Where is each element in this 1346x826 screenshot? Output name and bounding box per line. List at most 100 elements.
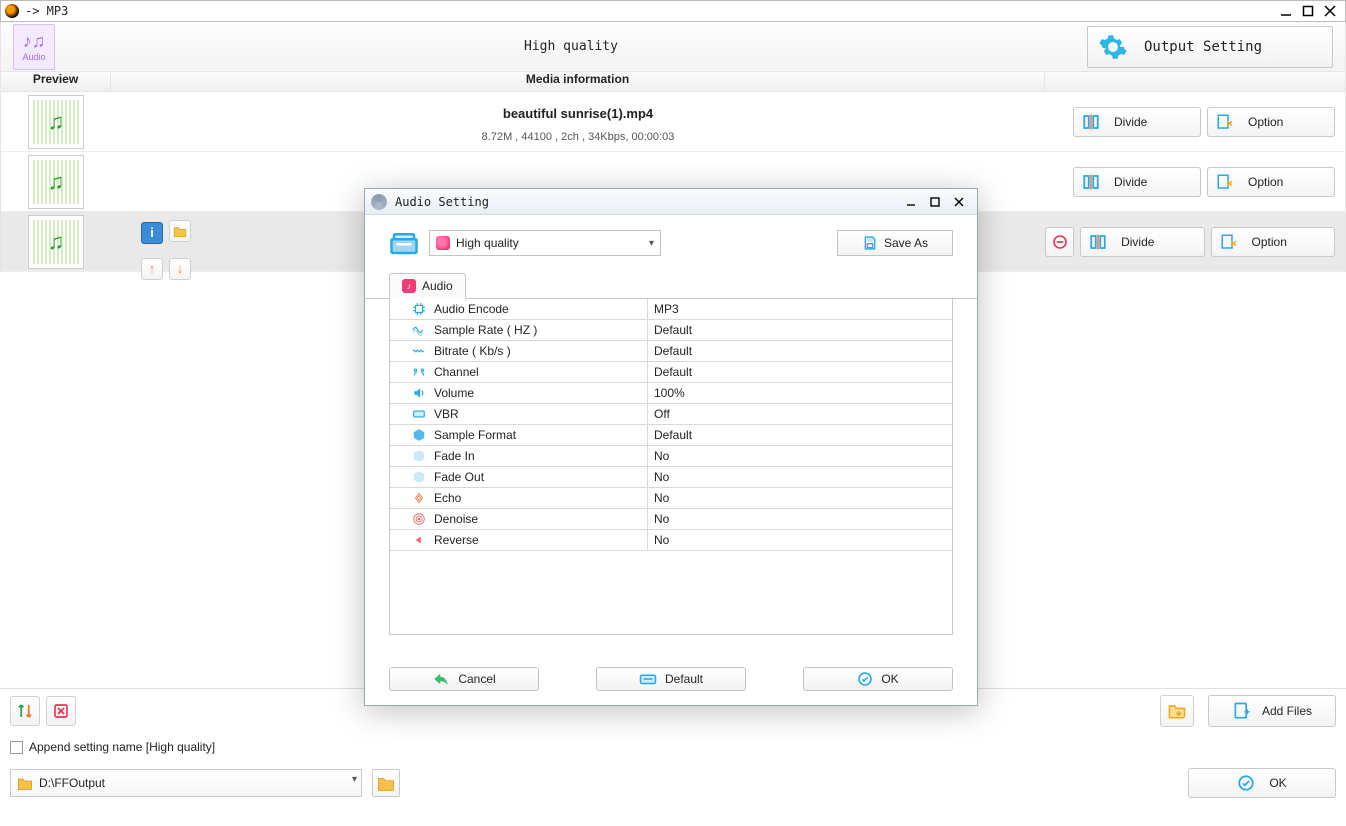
property-label: Sample Format: [434, 428, 516, 442]
tab-audio[interactable]: ♪ Audio: [389, 273, 466, 299]
check-circle-icon: [857, 671, 873, 687]
output-path-combo[interactable]: D:\FFOutput ▾: [10, 769, 362, 797]
property-label: Reverse: [434, 533, 479, 547]
property-value-cell[interactable]: No: [648, 509, 952, 529]
remove-row-button[interactable]: [1045, 227, 1074, 257]
info-button[interactable]: i: [141, 222, 163, 244]
property-label: Audio Encode: [434, 302, 509, 316]
default-label: Default: [665, 672, 703, 686]
swap-button[interactable]: [10, 696, 40, 726]
add-files-icon: [1232, 701, 1252, 721]
property-row[interactable]: Sample Rate ( HZ )Default: [390, 320, 952, 341]
property-value-cell[interactable]: Default: [648, 362, 952, 382]
option-label: Option: [1252, 235, 1287, 249]
row-hover-tools: i ↑ ↓: [141, 220, 197, 280]
property-icon: [412, 491, 426, 505]
save-as-button[interactable]: Save As: [837, 230, 953, 256]
start-button[interactable]: OK: [1188, 768, 1336, 798]
property-value-cell[interactable]: Default: [648, 341, 952, 361]
maximize-button[interactable]: [1297, 1, 1319, 21]
clear-list-button[interactable]: [46, 696, 76, 726]
output-path-value: D:\FFOutput: [39, 776, 105, 790]
row-actions: Divide Option: [1045, 107, 1345, 137]
property-icon: [412, 386, 426, 400]
property-value: No: [654, 449, 669, 463]
property-row[interactable]: VBROff: [390, 404, 952, 425]
property-value-cell[interactable]: MP3: [648, 299, 952, 319]
divide-icon: [1089, 233, 1107, 251]
music-note-icon: ♪♫: [23, 32, 46, 50]
property-icon: [412, 323, 426, 337]
property-value-cell[interactable]: Default: [648, 320, 952, 340]
property-row[interactable]: Audio Encode MP3: [390, 299, 952, 320]
property-value: 100%: [654, 386, 685, 400]
property-icon: [412, 533, 426, 547]
property-value-cell[interactable]: Default: [648, 425, 952, 445]
option-button[interactable]: Option: [1207, 107, 1335, 137]
property-row[interactable]: Sample Format Default: [390, 425, 952, 446]
divide-button[interactable]: Divide: [1073, 167, 1201, 197]
property-label-cell: Volume: [390, 383, 648, 403]
property-value-cell[interactable]: No: [648, 488, 952, 508]
audio-setting-dialog: Audio Setting High quality ▾ Save As ♪ A…: [364, 188, 978, 706]
divide-button[interactable]: Divide: [1073, 107, 1201, 137]
property-value-cell[interactable]: No: [648, 446, 952, 466]
dialog-maximize-button[interactable]: [923, 193, 947, 211]
property-row[interactable]: Reverse No: [390, 530, 952, 551]
preset-title: High quality: [55, 39, 1087, 54]
open-folder-button[interactable]: [372, 769, 400, 797]
open-source-folder-button[interactable]: [169, 220, 191, 242]
dialog-close-button[interactable]: [947, 193, 971, 211]
option-icon: [1216, 113, 1234, 131]
app-icon: [5, 4, 19, 18]
append-setting-checkbox[interactable]: [10, 741, 23, 754]
dialog-tabstrip: ♪ Audio: [365, 271, 977, 299]
option-icon: [1220, 233, 1238, 251]
property-label-cell: Sample Rate ( HZ ): [390, 320, 648, 340]
divide-button[interactable]: Divide: [1080, 227, 1204, 257]
option-button[interactable]: Option: [1207, 167, 1335, 197]
property-row[interactable]: ChannelDefault: [390, 362, 952, 383]
close-button[interactable]: [1319, 1, 1341, 21]
property-value: No: [654, 470, 669, 484]
move-up-button[interactable]: ↑: [141, 258, 163, 280]
property-row[interactable]: Fade InNo: [390, 446, 952, 467]
property-label: Denoise: [434, 512, 478, 526]
option-icon: [1216, 173, 1234, 191]
add-folder-button[interactable]: [1160, 695, 1194, 727]
minimize-button[interactable]: [1275, 1, 1297, 21]
default-button[interactable]: Default: [596, 667, 746, 691]
property-label: Fade Out: [434, 470, 484, 484]
add-files-button[interactable]: Add Files: [1208, 695, 1336, 727]
dialog-minimize-button[interactable]: [899, 193, 923, 211]
divide-icon: [1082, 113, 1100, 131]
divide-label: Divide: [1114, 115, 1147, 129]
thumbnail: ♫: [1, 215, 111, 269]
media-row[interactable]: ♫beautiful sunrise(1).mp48.72M , 44100 ,…: [1, 92, 1345, 152]
property-value-cell[interactable]: No: [648, 467, 952, 487]
save-as-label: Save As: [884, 236, 928, 250]
property-value-cell[interactable]: 100%: [648, 383, 952, 403]
row-actions: Divide Option: [1045, 167, 1345, 197]
dialog-footer: Cancel Default OK: [365, 667, 977, 691]
property-row[interactable]: Bitrate ( Kb/s )Default: [390, 341, 952, 362]
property-row[interactable]: Volume 100%: [390, 383, 952, 404]
option-button[interactable]: Option: [1211, 227, 1335, 257]
property-row[interactable]: Fade Out No: [390, 467, 952, 488]
header-media-info: Media information: [111, 72, 1045, 91]
preset-combo[interactable]: High quality ▾: [429, 230, 661, 256]
output-setting-button[interactable]: Output Setting: [1087, 26, 1333, 68]
cancel-button[interactable]: Cancel: [389, 667, 539, 691]
dialog-titlebar[interactable]: Audio Setting: [365, 189, 977, 215]
check-circle-icon: [1237, 774, 1255, 792]
dialog-ok-button[interactable]: OK: [803, 667, 953, 691]
option-label: Option: [1248, 175, 1283, 189]
property-row[interactable]: Denoise No: [390, 509, 952, 530]
property-value-cell[interactable]: No: [648, 530, 952, 550]
property-label-cell: Channel: [390, 362, 648, 382]
move-down-button[interactable]: ↓: [169, 258, 191, 280]
property-value-cell[interactable]: Off: [648, 404, 952, 424]
option-label: Option: [1248, 115, 1283, 129]
property-row[interactable]: EchoNo: [390, 488, 952, 509]
audio-format-badge[interactable]: ♪♫ Audio: [13, 24, 55, 70]
